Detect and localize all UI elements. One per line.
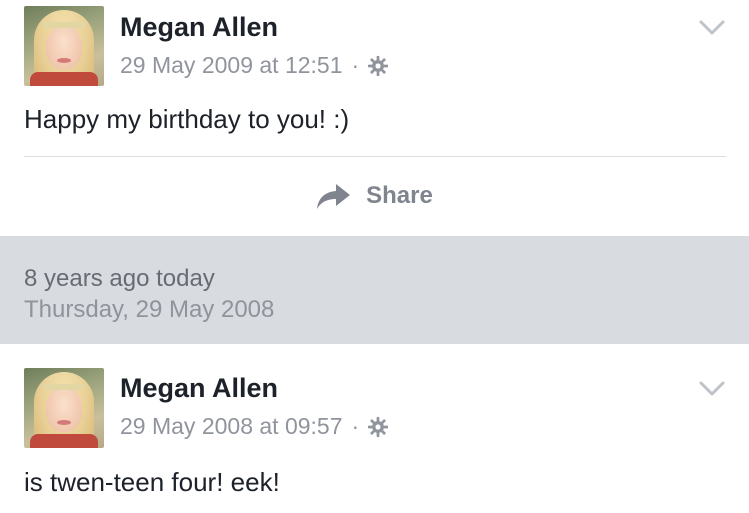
avatar[interactable]	[24, 368, 104, 448]
gear-icon[interactable]	[367, 416, 389, 438]
memory-title: 8 years ago today	[24, 265, 215, 292]
post-timestamp[interactable]: 29 May 2009 at 12:51	[120, 52, 343, 79]
chevron-down-icon[interactable]	[699, 381, 725, 397]
post-meta: 29 May 2008 at 09:57 ·	[120, 413, 389, 440]
share-label: Share	[366, 182, 433, 209]
divider	[24, 156, 726, 157]
author-name[interactable]: Megan Allen	[120, 12, 278, 43]
chevron-down-icon[interactable]	[699, 20, 725, 36]
feed: Megan Allen 29 May 2009 at 12:51 · Happy…	[0, 0, 749, 513]
share-arrow-icon	[317, 184, 351, 209]
memory-date: Thursday, 29 May 2008	[24, 296, 275, 323]
post-meta: 29 May 2009 at 12:51 ·	[120, 52, 389, 79]
post-text: Happy my birthday to you! :)	[24, 104, 350, 134]
share-button[interactable]: Share	[0, 166, 749, 226]
meta-separator: ·	[351, 52, 360, 78]
post-text: is twen-teen four! eek!	[24, 467, 280, 497]
meta-separator: ·	[351, 413, 360, 439]
post-timestamp[interactable]: 29 May 2008 at 09:57	[120, 413, 343, 440]
post-card: Megan Allen 29 May 2008 at 09:57 · is tw…	[0, 344, 749, 513]
gear-icon[interactable]	[367, 55, 389, 77]
post-card: Megan Allen 29 May 2009 at 12:51 · Happy…	[0, 0, 749, 236]
author-name[interactable]: Megan Allen	[120, 373, 278, 404]
avatar[interactable]	[24, 6, 104, 86]
